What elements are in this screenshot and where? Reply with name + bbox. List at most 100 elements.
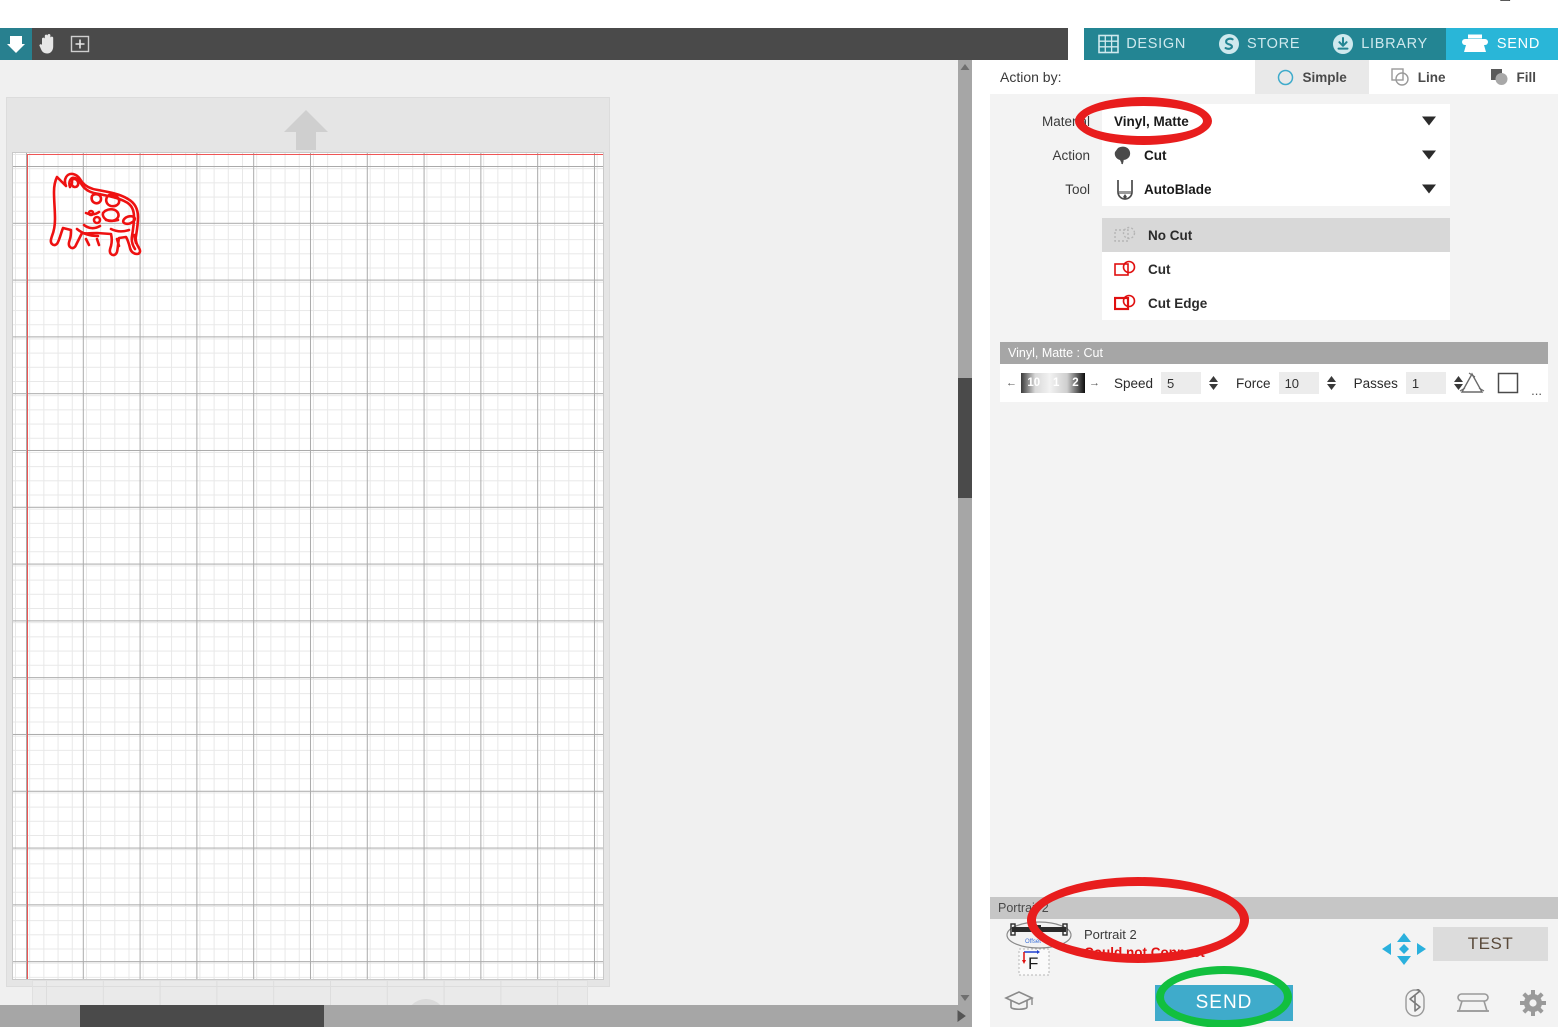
passes-field: Passes 1 [1354, 372, 1463, 394]
device-name: Portrait 2 [1084, 927, 1137, 942]
action-value: Cut [1144, 147, 1167, 163]
operation-cut-edge[interactable]: Cut Edge [1102, 286, 1450, 320]
maximize-icon[interactable]: ◻ [1499, 0, 1511, 4]
tool-dropdown[interactable]: AutoBlade [1102, 172, 1450, 206]
tab-send[interactable]: SEND [1445, 28, 1558, 60]
window-controls[interactable]: ─ ◻ ✕ [1462, 0, 1550, 4]
force-input[interactable]: 10 [1278, 372, 1319, 394]
graduation-cap-icon[interactable] [1004, 989, 1034, 1020]
cut-settings-form: Material Vinyl, Matte Action Cut Tool Au… [990, 94, 1558, 206]
tab-library-label: LIBRARY [1361, 36, 1428, 52]
autoblade-icon [1117, 180, 1133, 200]
action-label: Action [1052, 147, 1090, 163]
material-value: Vinyl, Matte [1114, 113, 1189, 129]
horizontal-scroll-thumb[interactable] [80, 1005, 324, 1027]
tab-design[interactable]: DESIGN [1084, 28, 1204, 60]
tab-line[interactable]: Line [1369, 60, 1468, 94]
depth-mark-1: 1 [1052, 377, 1060, 389]
s-swirl-icon [1219, 34, 1239, 54]
dog-outline-shape[interactable] [39, 165, 169, 280]
force-label: Force [1236, 375, 1271, 391]
material-row: Material Vinyl, Matte [990, 104, 1558, 138]
tab-line-label: Line [1417, 69, 1446, 85]
speed-field: Speed 5 [1114, 372, 1219, 394]
tab-library[interactable]: LIBRARY [1318, 28, 1446, 60]
scroll-down-icon[interactable] [958, 991, 972, 1005]
cut-area[interactable] [12, 152, 604, 980]
passes-input[interactable]: 1 [1405, 372, 1446, 394]
machine-preview-icon: Offset F [1004, 919, 1074, 982]
tab-simple[interactable]: Simple [1255, 60, 1369, 94]
more-options-button[interactable]: ... [1531, 383, 1542, 402]
blade-angle-icon[interactable] [1459, 371, 1485, 395]
stepper-up-icon [1209, 376, 1219, 382]
add-view-tool[interactable] [64, 28, 96, 60]
stepper-up-icon [1326, 376, 1336, 382]
vertical-scrollbar[interactable] [958, 60, 972, 1005]
cut-settings-title: Vinyl, Matte : Cut [1000, 342, 1548, 364]
main-nav-tabs: DESIGN STORE LIBRARY SEND [1084, 28, 1558, 60]
cut-settings-body: ← 10 1 2 → Speed 5 Force 10 Passes 1 ... [1000, 364, 1548, 402]
bluetooth-icon[interactable] [1404, 989, 1426, 1017]
depth-decrease-icon[interactable]: ← [1006, 377, 1017, 389]
panel-footer: SEND [990, 979, 1558, 1027]
action-row: Action Cut [990, 138, 1558, 172]
pan-tool[interactable] [32, 28, 64, 60]
stepper-down-icon [1209, 384, 1219, 390]
device-status: Could not Connect [1084, 945, 1205, 960]
tool-label: Tool [1065, 181, 1090, 197]
action-by-label: Action by: [1000, 69, 1062, 85]
tab-store[interactable]: STORE [1204, 28, 1319, 60]
stepper-down-icon [1326, 384, 1336, 390]
square-icon[interactable] [1497, 372, 1519, 394]
gear-icon[interactable] [1520, 990, 1546, 1016]
cutter-icon [1461, 34, 1488, 52]
machine-icon[interactable] [1456, 991, 1490, 1015]
send-button[interactable]: SEND [1155, 985, 1293, 1021]
top-toolbar [0, 28, 1068, 60]
tab-store-label: STORE [1247, 36, 1301, 52]
minimize-icon[interactable]: ─ [1462, 0, 1473, 4]
silhouette-studio-window: ─ ◻ ✕ [0, 0, 1558, 1027]
device-header: Portrait 2 [990, 897, 1558, 919]
speed-input[interactable]: 5 [1161, 372, 1202, 394]
window-titlebar: ─ ◻ ✕ [0, 0, 1558, 28]
material-dropdown[interactable]: Vinyl, Matte [1102, 104, 1450, 138]
depth-increase-icon[interactable]: → [1089, 377, 1100, 389]
close-icon[interactable]: ✕ [1537, 0, 1550, 4]
blade-icon [1114, 146, 1131, 165]
operation-no-cut[interactable]: No Cut [1102, 218, 1450, 252]
tab-send-label: SEND [1496, 36, 1540, 52]
action-dropdown[interactable]: Cut [1102, 138, 1450, 172]
reposition-dpad[interactable] [1382, 933, 1426, 970]
chevron-down-icon[interactable] [1422, 184, 1436, 194]
no-cut-icon [1114, 226, 1136, 242]
cut-settings-bar: Vinyl, Matte : Cut ← 10 1 2 → Speed 5 Fo… [1000, 342, 1548, 402]
cloud-download-icon [1333, 34, 1354, 54]
scroll-right-icon[interactable] [950, 1005, 972, 1027]
chevron-down-icon[interactable] [1422, 116, 1436, 126]
vertical-scroll-thumb[interactable] [958, 378, 972, 498]
overlapping-squares-icon [1391, 67, 1409, 86]
speed-stepper[interactable] [1209, 376, 1219, 390]
action-by-row: Action by: Simple Line Fill [990, 60, 1558, 94]
tab-fill[interactable]: Fill [1468, 60, 1558, 94]
test-button[interactable]: TEST [1433, 927, 1548, 961]
footer-icons [1404, 989, 1546, 1017]
blade-depth-control[interactable]: ← 10 1 2 → [1006, 373, 1100, 393]
svg-text:F: F [1028, 954, 1038, 973]
chevron-down-icon[interactable] [1422, 150, 1436, 160]
scroll-up-icon[interactable] [958, 60, 972, 74]
send-arrow-tool[interactable] [0, 28, 32, 60]
cut-icon [1114, 260, 1136, 276]
operation-no-cut-label: No Cut [1148, 227, 1193, 243]
depth-mark-2: 2 [1072, 377, 1079, 389]
horizontal-scrollbar[interactable] [0, 1005, 972, 1027]
operation-list: No Cut Cut Cut Edge [1102, 218, 1450, 320]
send-panel: Action by: Simple Line Fill Material Vin… [990, 60, 1558, 1027]
tab-design-label: DESIGN [1126, 36, 1186, 52]
depth-strip[interactable]: 10 1 2 [1021, 373, 1085, 393]
operation-cut[interactable]: Cut [1102, 252, 1450, 286]
force-stepper[interactable] [1326, 376, 1336, 390]
design-workspace[interactable]: 12 S silhouette [0, 60, 958, 1027]
